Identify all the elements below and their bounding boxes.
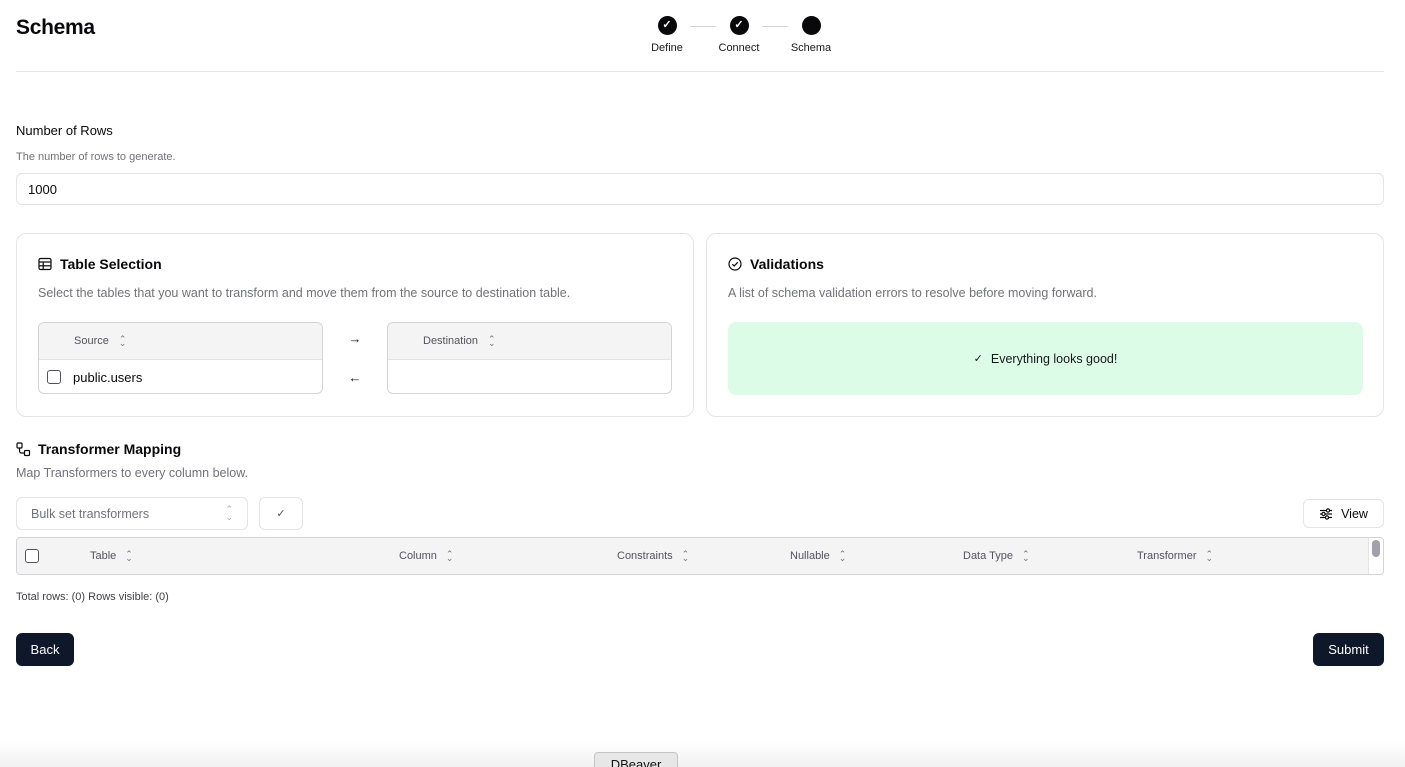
step-label: Define xyxy=(651,42,683,54)
bulk-transformer-select[interactable]: Bulk set transformers ⌃ ⌄ xyxy=(16,497,248,530)
rows-input[interactable] xyxy=(16,173,1384,205)
column-header-nullable[interactable]: Nullable ⌃ ⌄ xyxy=(790,538,846,574)
sort-icon: ⌃ ⌄ xyxy=(445,548,454,563)
row-totals: Total rows: (0) Rows visible: (0) xyxy=(16,591,169,603)
check-icon: ✓ xyxy=(729,16,749,35)
check-circle-icon xyxy=(728,257,742,271)
back-button[interactable]: Back xyxy=(16,633,74,666)
column-header-label: Table xyxy=(90,550,117,562)
validation-success-banner: ✓ Everything looks good! xyxy=(728,322,1363,395)
destination-header[interactable]: Destination ⌃ ⌄ xyxy=(388,323,671,360)
table-selection-description: Select the tables that you want to trans… xyxy=(38,286,571,300)
step-define[interactable]: ✓ Define xyxy=(632,16,702,54)
step-schema[interactable]: Schema xyxy=(776,16,846,54)
table-selection-card: Table Selection Select the tables that y… xyxy=(16,233,694,417)
source-header[interactable]: Source ⌃ ⌄ xyxy=(39,323,322,360)
card-title-text: Validations xyxy=(750,256,824,272)
card-title-text: Table Selection xyxy=(60,256,162,272)
validations-card: Validations A list of schema validation … xyxy=(706,233,1384,417)
column-header-label: Constraints xyxy=(617,550,673,562)
step-label: Connect xyxy=(718,42,760,54)
destination-header-label: Destination xyxy=(423,335,479,347)
taskbar-app-dbeaver[interactable]: DBeaver xyxy=(594,752,678,767)
select-all-checkbox-cell[interactable] xyxy=(25,538,39,574)
step-connect[interactable]: ✓ Connect xyxy=(704,16,774,54)
column-header-label: Transformer xyxy=(1137,550,1197,562)
check-icon: ✓ xyxy=(276,508,286,520)
view-button-label: View xyxy=(1341,506,1368,521)
validations-title: Validations xyxy=(728,256,824,272)
check-icon: ✓ xyxy=(657,16,677,35)
column-header-column[interactable]: Column ⌃ ⌄ xyxy=(399,538,453,574)
column-header-label: Nullable xyxy=(790,550,830,562)
validation-status-text: Everything looks good! xyxy=(990,351,1118,366)
select-all-checkbox[interactable] xyxy=(25,549,39,563)
bulk-select-placeholder: Bulk set transformers xyxy=(31,506,150,521)
transformer-table: Table ⌃ ⌄ Column ⌃ ⌄ Constraints ⌃ ⌄ Nullab… xyxy=(16,537,1384,575)
move-right-icon[interactable]: → xyxy=(347,331,363,346)
column-header-constraints[interactable]: Constraints ⌃ ⌄ xyxy=(617,538,689,574)
validations-description: A list of schema validation errors to re… xyxy=(728,286,1097,300)
table-selection-title: Table Selection xyxy=(38,256,162,272)
view-options-button[interactable]: View xyxy=(1303,499,1384,528)
source-list: Source ⌃ ⌄ public.users xyxy=(38,322,323,394)
submit-button[interactable]: Submit xyxy=(1313,633,1384,666)
bulk-apply-button[interactable]: ✓ xyxy=(259,497,303,530)
scrollbar-thumb[interactable] xyxy=(1372,540,1380,557)
chevron-up-down-icon: ⌃ ⌄ xyxy=(225,504,233,522)
sort-icon: ⌃ ⌄ xyxy=(1205,548,1214,563)
stepper: ✓ Define ✓ Connect Schema xyxy=(630,16,860,66)
row-checkbox[interactable] xyxy=(47,370,61,384)
column-header-table[interactable]: Table ⌃ ⌄ xyxy=(90,538,133,574)
workflow-icon xyxy=(16,441,31,456)
current-step-dot-icon xyxy=(801,16,821,35)
destination-list: Destination ⌃ ⌄ xyxy=(387,322,672,394)
table-icon xyxy=(38,257,52,271)
sort-icon: ⌃ ⌄ xyxy=(125,548,133,563)
sort-icon: ⌃ ⌄ xyxy=(488,333,496,348)
table-scrollbar[interactable] xyxy=(1368,538,1383,574)
sliders-icon xyxy=(1320,507,1333,520)
column-header-data-type[interactable]: Data Type ⌃ ⌄ xyxy=(963,538,1030,574)
rows-description: The number of rows to generate. xyxy=(16,151,176,163)
list-item[interactable]: public.users xyxy=(39,360,322,393)
rows-label: Number of Rows xyxy=(16,123,113,138)
check-icon: ✓ xyxy=(973,353,983,365)
source-header-label: Source xyxy=(74,335,109,347)
page-title: Schema xyxy=(16,16,95,39)
step-label: Schema xyxy=(790,42,832,54)
list-item-label: public.users xyxy=(73,369,143,385)
taskbar xyxy=(0,742,1405,767)
column-header-label: Data Type xyxy=(963,550,1013,562)
transformer-mapping-description: Map Transformers to every column below. xyxy=(16,466,249,480)
move-left-icon[interactable]: ← xyxy=(347,370,363,385)
transformer-mapping-title: Transformer Mapping xyxy=(16,441,181,457)
section-title-text: Transformer Mapping xyxy=(38,441,182,457)
sort-icon: ⌃ ⌄ xyxy=(681,548,690,563)
column-header-transformer[interactable]: Transformer ⌃ ⌄ xyxy=(1137,538,1213,574)
sort-icon: ⌃ ⌄ xyxy=(118,333,127,348)
column-header-label: Column xyxy=(399,550,437,562)
sort-icon: ⌃ ⌄ xyxy=(1021,548,1030,563)
sort-icon: ⌃ ⌄ xyxy=(838,548,847,563)
